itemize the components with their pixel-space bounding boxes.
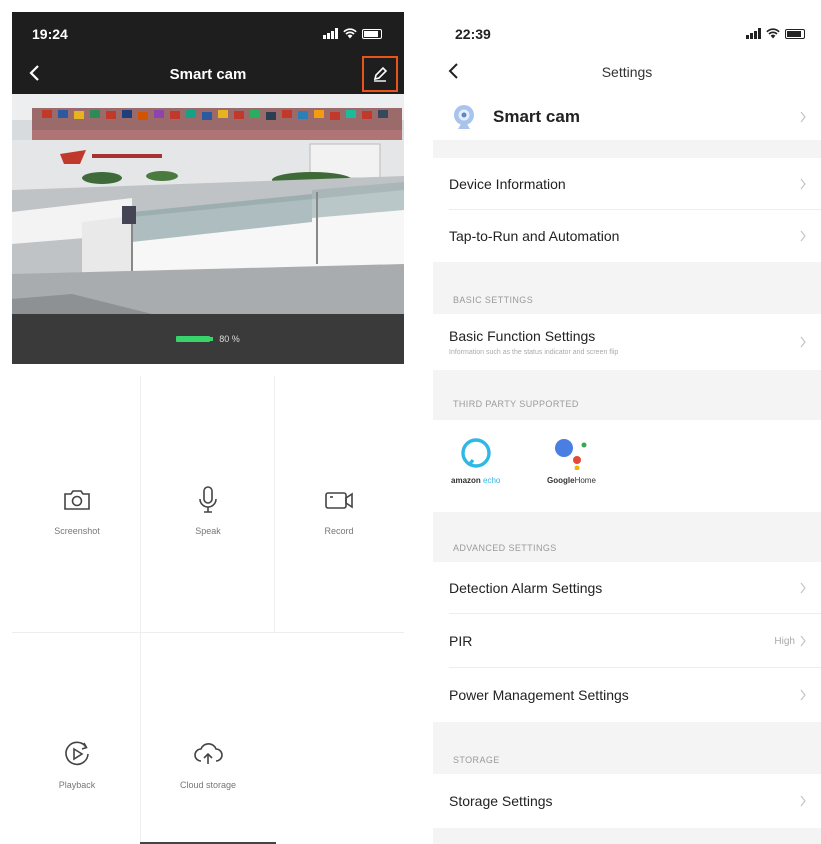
status-time: 19:24 [32, 26, 68, 42]
pencil-icon [373, 66, 388, 82]
settings-screen: 22:39 Settings Smart cam Device Informat… [433, 12, 821, 844]
chevron-right-icon [800, 795, 806, 807]
echo-caption: echo [483, 476, 501, 485]
camera-live-feed[interactable] [12, 94, 404, 314]
third-party-panel: amazon echo GoogleHome [433, 420, 821, 512]
cloud-storage-label: Cloud storage [179, 780, 237, 790]
chevron-right-icon [800, 582, 806, 594]
device-name: Smart cam [493, 107, 580, 126]
microphone-icon [199, 486, 217, 513]
basic-function-settings-row[interactable]: Basic Function Settings Information such… [433, 314, 821, 370]
page-title: Settings [601, 64, 653, 80]
video-record-icon [325, 492, 353, 509]
storage-settings-label: Storage Settings [449, 793, 553, 809]
cloud-upload-icon [194, 743, 223, 764]
camera-icon [64, 490, 90, 510]
chevron-right-icon [800, 336, 806, 348]
basic-function-label: Basic Function Settings [449, 328, 596, 344]
edit-button[interactable] [362, 56, 398, 92]
chevron-right-icon [800, 635, 806, 647]
camera-live-screen: 19:24 Smart cam 80 % Screenshot Speak Re… [12, 12, 404, 844]
google-home-item[interactable]: GoogleHome [547, 436, 596, 485]
battery-icon [785, 28, 805, 39]
camera-battery-icon [176, 336, 211, 342]
google-caption: Google [547, 476, 575, 485]
battery-icon [362, 28, 382, 39]
pir-label: PIR [449, 633, 473, 649]
page-title: Smart cam [169, 66, 247, 83]
chevron-right-icon [800, 178, 806, 190]
cloud-storage-button[interactable]: Cloud storage [143, 738, 273, 844]
flag-banner [32, 108, 402, 140]
webcam-icon [454, 105, 474, 129]
signal-icon [746, 28, 761, 39]
wifi-icon [766, 28, 780, 39]
section-advanced-settings: ADVANCED SETTINGS [453, 543, 557, 553]
status-time: 22:39 [455, 26, 491, 42]
speak-button[interactable]: Speak [143, 484, 273, 594]
chevron-right-icon [800, 689, 806, 701]
chevron-right-icon [800, 111, 806, 123]
chevron-right-icon [800, 230, 806, 242]
device-information-label: Device Information [449, 176, 566, 192]
screenshot-label: Screenshot [54, 526, 100, 536]
basic-function-description: Information such as the status indicator… [449, 349, 619, 356]
speak-label: Speak [195, 526, 221, 536]
playback-icon [65, 741, 89, 766]
section-third-party: THIRD PARTY SUPPORTED [453, 399, 579, 409]
detection-alarm-settings-row[interactable]: Detection Alarm Settings [433, 562, 821, 614]
camera-status-bar: 80 % [12, 314, 404, 364]
settings-header: 22:39 Settings [433, 12, 821, 94]
camera-header: 19:24 Smart cam [12, 12, 404, 94]
camera-actions-grid: Screenshot Speak Record Playback Cloud s… [12, 376, 404, 844]
record-button[interactable]: Record [274, 484, 404, 594]
device-information-row[interactable]: Device Information [433, 158, 821, 210]
power-management-label: Power Management Settings [449, 687, 629, 703]
google-assistant-icon [555, 439, 587, 470]
power-management-settings-row[interactable]: Power Management Settings [433, 668, 821, 722]
record-label: Record [324, 526, 354, 536]
status-icons [323, 28, 382, 39]
pir-row[interactable]: PIR High [433, 614, 821, 668]
amazon-caption: amazon [451, 476, 481, 485]
tap-to-run-label: Tap-to-Run and Automation [449, 228, 620, 244]
battery-percentage: 80 % [219, 334, 240, 344]
playback-label: Playback [58, 780, 96, 790]
detection-alarm-label: Detection Alarm Settings [449, 580, 603, 596]
device-name-row[interactable]: Smart cam [433, 94, 821, 140]
storage-settings-row[interactable]: Storage Settings [433, 774, 821, 828]
tap-to-run-row[interactable]: Tap-to-Run and Automation [433, 210, 821, 262]
pir-value: High [774, 635, 795, 647]
amazon-alexa-item[interactable]: amazon echo [451, 436, 500, 485]
wifi-icon [343, 28, 357, 39]
home-caption: Home [574, 476, 596, 485]
screenshot-button[interactable]: Screenshot [12, 484, 142, 594]
amazon-alexa-icon [460, 438, 491, 468]
section-basic-settings: BASIC SETTINGS [453, 295, 534, 305]
signal-icon [323, 28, 338, 39]
playback-button[interactable]: Playback [12, 738, 142, 844]
status-icons [746, 28, 805, 39]
section-storage: STORAGE [453, 755, 500, 765]
